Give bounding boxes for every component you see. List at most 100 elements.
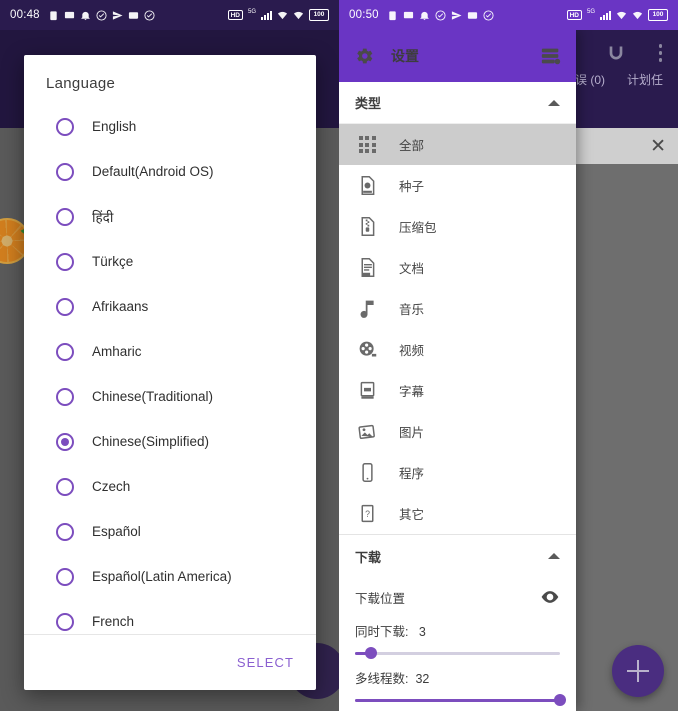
slider-track xyxy=(355,652,560,655)
right-status-time: 00:50 xyxy=(349,9,379,21)
thread-count-label: 多线程数: 32 xyxy=(339,664,576,689)
language-option-row[interactable]: French xyxy=(24,599,316,634)
film-reel-icon xyxy=(355,338,379,362)
language-option-label: हिंदी xyxy=(92,209,114,225)
category-row-phone-app[interactable]: 程序 xyxy=(339,452,576,493)
language-option-label: English xyxy=(92,119,137,134)
language-option-label: Czech xyxy=(92,479,131,494)
screen-record-icon xyxy=(64,10,75,21)
clipboard-icon xyxy=(387,10,398,21)
slider-thumb[interactable] xyxy=(365,647,378,659)
document-file-icon xyxy=(355,256,379,280)
radio-button[interactable] xyxy=(56,162,74,181)
language-option-label: French xyxy=(92,614,135,629)
right-status-system-icons: HD 5G 100 xyxy=(566,9,668,21)
photos-icon xyxy=(355,420,379,444)
category-label: 视频 xyxy=(399,344,425,358)
download-location-label: 下载位置 xyxy=(355,591,406,606)
network-type-label: 5G xyxy=(586,9,595,15)
category-row-subtitle-file[interactable]: 字幕 xyxy=(339,370,576,411)
chevron-up-icon[interactable] xyxy=(548,553,560,559)
radio-button[interactable] xyxy=(56,612,74,631)
language-option-label: Türkçe xyxy=(92,254,134,269)
category-row-unknown-file[interactable]: ? 其它 xyxy=(339,493,576,534)
concurrent-downloads-slider[interactable] xyxy=(355,642,560,664)
eye-icon[interactable] xyxy=(540,587,560,607)
language-option-row[interactable]: Chinese(Traditional) xyxy=(24,374,316,419)
radio-button[interactable] xyxy=(56,207,74,226)
radio-button[interactable] xyxy=(56,522,74,541)
radio-button[interactable] xyxy=(56,342,74,361)
dialog-title: Language xyxy=(46,75,116,92)
slider-thumb[interactable] xyxy=(554,694,566,706)
category-row-archive-file[interactable]: 压缩包 xyxy=(339,206,576,247)
language-option-label: Chinese(Traditional) xyxy=(92,389,214,404)
select-button[interactable]: SELECT xyxy=(237,655,294,670)
language-option-row[interactable]: Español xyxy=(24,509,316,554)
tab-item[interactable]: 计划任 xyxy=(627,71,663,88)
phone-app-icon xyxy=(355,461,379,485)
language-option-row[interactable]: Default(Android OS) xyxy=(24,149,316,194)
signal-bars-icon xyxy=(261,10,272,20)
wifi-icon-secondary xyxy=(632,10,643,21)
dual-panel-screenshot: 00:48 HD 5G 100 Language English Default… xyxy=(0,0,678,711)
wifi-icon-secondary xyxy=(293,10,304,21)
language-option-row[interactable]: Amharic xyxy=(24,329,316,374)
check-circle-icon xyxy=(96,9,107,21)
battery-level-badge: 100 xyxy=(648,9,668,21)
drawer-title: 设置 xyxy=(391,48,419,64)
radio-button[interactable] xyxy=(56,387,74,406)
hd-badge-icon: HD xyxy=(566,10,582,20)
close-icon[interactable]: ✕ xyxy=(650,137,666,156)
language-option-row[interactable]: हिंदी xyxy=(24,194,316,239)
language-option-row[interactable]: Czech xyxy=(24,464,316,509)
category-row-document-file[interactable]: 文档 xyxy=(339,247,576,288)
type-section-header[interactable]: 类型 xyxy=(339,82,576,124)
radio-button[interactable] xyxy=(56,297,74,316)
language-option-row[interactable]: Chinese(Simplified) xyxy=(24,419,316,464)
category-row-torrent-file[interactable]: 种子 xyxy=(339,165,576,206)
magnet-icon[interactable] xyxy=(606,44,626,69)
right-status-bar: 00:50 HD 5G 100 xyxy=(339,0,678,30)
mail-icon xyxy=(128,10,139,21)
language-option-row[interactable]: Español(Latin America) xyxy=(24,554,316,599)
language-option-label: Chinese(Simplified) xyxy=(92,434,210,449)
signal-bars-icon xyxy=(600,10,611,20)
radio-button[interactable] xyxy=(56,477,74,496)
language-option-label: Español(Latin America) xyxy=(92,569,232,584)
radio-button[interactable] xyxy=(56,117,74,136)
category-row-film-reel[interactable]: 视频 xyxy=(339,329,576,370)
left-status-notification-icons xyxy=(48,9,155,21)
category-row-grid[interactable]: 全部 xyxy=(339,124,576,165)
category-row-music-note[interactable]: 音乐 xyxy=(339,288,576,329)
left-status-system-icons: HD 5G 100 xyxy=(227,9,329,21)
language-option-row[interactable]: Afrikaans xyxy=(24,284,316,329)
overflow-menu-icon-right[interactable] xyxy=(658,44,662,65)
grid-icon xyxy=(355,133,379,157)
category-label: 字幕 xyxy=(399,385,425,399)
language-option-label: Amharic xyxy=(92,344,142,359)
category-label: 压缩包 xyxy=(399,221,437,235)
radio-button[interactable] xyxy=(56,252,74,271)
language-option-row[interactable]: English xyxy=(24,104,316,149)
download-section-header[interactable]: 下载 xyxy=(339,535,576,577)
category-label: 音乐 xyxy=(399,303,425,317)
server-config-icon[interactable] xyxy=(540,45,562,67)
threads-value: 32 xyxy=(415,672,430,686)
radio-button-selected[interactable] xyxy=(56,432,74,451)
add-fab-button[interactable] xyxy=(612,645,664,697)
concurrent-label-text: 同时下载: xyxy=(355,625,409,639)
language-option-row[interactable]: Türkçe xyxy=(24,239,316,284)
category-row-photos[interactable]: 图片 xyxy=(339,411,576,452)
thread-count-slider[interactable] xyxy=(355,689,566,711)
dialog-footer: SELECT xyxy=(24,634,316,690)
download-section-title: 下载 xyxy=(355,549,382,565)
battery-level-badge: 100 xyxy=(309,9,329,21)
left-panel: 00:48 HD 5G 100 Language English Default… xyxy=(0,0,339,711)
radio-button[interactable] xyxy=(56,567,74,586)
category-label: 全部 xyxy=(399,139,425,153)
chevron-up-icon[interactable] xyxy=(548,99,560,106)
subtitle-file-icon xyxy=(355,379,379,403)
download-location-row[interactable]: 下载位置 xyxy=(339,577,576,617)
gear-icon[interactable] xyxy=(353,45,375,67)
